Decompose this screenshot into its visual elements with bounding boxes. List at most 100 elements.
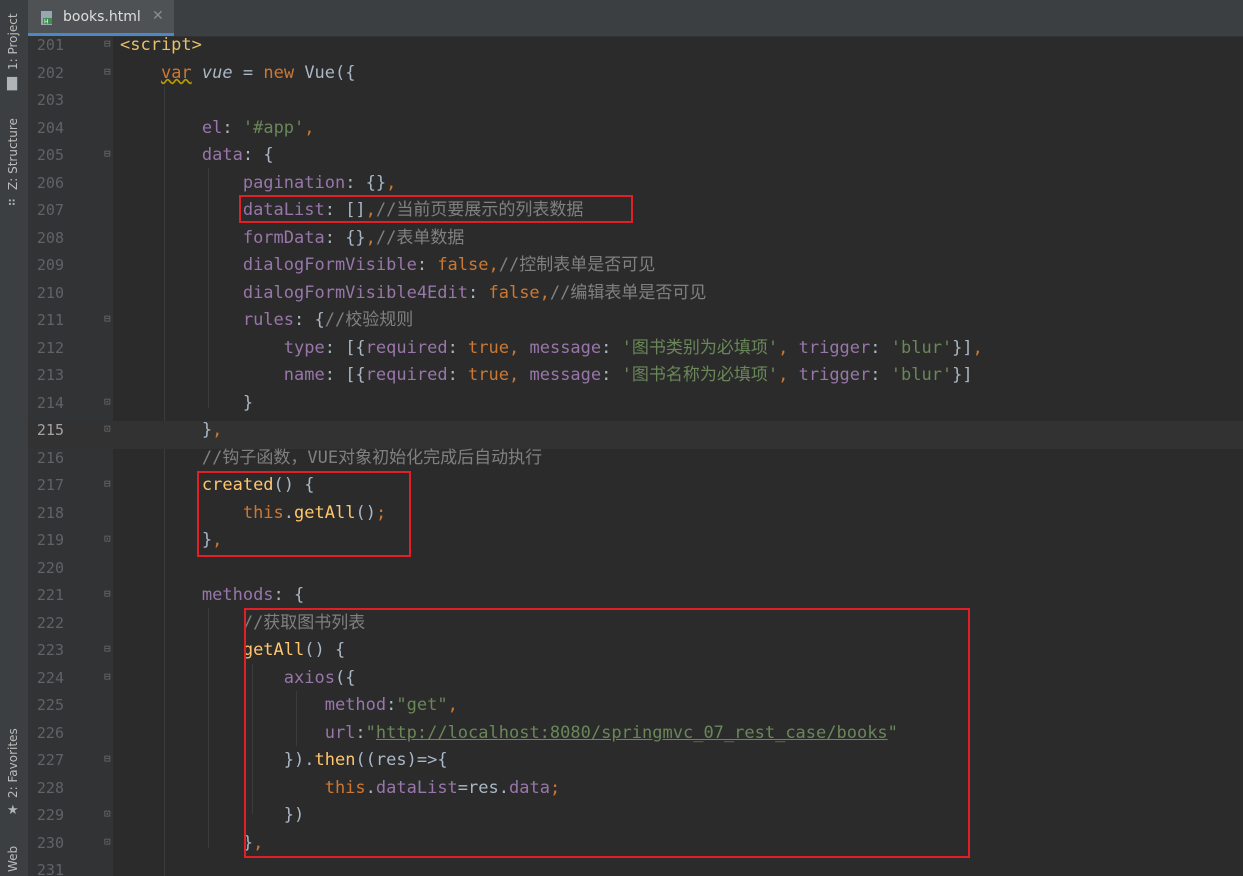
favorites-tool-label: 2: Favorites [6, 728, 20, 798]
line-number: 209 [36, 256, 64, 274]
code-text: <script> [120, 36, 202, 55]
fold-end-icon[interactable]: ⊡ [104, 808, 114, 820]
fold-end-icon[interactable]: ⊡ [104, 395, 114, 408]
code-text: type: [{required: true, message: '图书类别为必… [283, 337, 983, 358]
code-line[interactable]: 201 ⊟ <script> [28, 36, 1243, 64]
fold-open-icon[interactable]: ⊟ [104, 670, 114, 683]
code-text: formData: {},//表单数据 [242, 227, 465, 248]
line-number: 214 [36, 393, 64, 412]
folder-icon: ▇ [7, 76, 17, 91]
code-editor[interactable]: 201 ⊟ <script> 202 ⊟ var vue = new Vue({203 2… [28, 36, 1243, 876]
code-line[interactable]: 206 pagination: {}, [28, 174, 1243, 202]
code-text: pagination: {}, [242, 172, 397, 193]
fold-open-icon[interactable]: ⊟ [104, 38, 114, 50]
code-line[interactable]: 212 type: [{required: true, message: '图书… [28, 339, 1243, 367]
code-text: }, [201, 420, 223, 440]
star-icon: ★ [7, 803, 19, 818]
line-number: 225 [36, 696, 64, 714]
line-number: 219 [36, 531, 64, 549]
code-line[interactable]: 205 ⊟ data: { [28, 146, 1243, 174]
code-text: data: { [201, 145, 274, 165]
fold-open-icon[interactable]: ⊟ [104, 478, 114, 490]
fold-open-icon[interactable]: ⊟ [104, 148, 114, 160]
code-text: }, [242, 832, 264, 853]
code-text: el: '#app', [201, 117, 315, 138]
line-number: 215 [36, 421, 64, 439]
code-text: } [242, 392, 254, 413]
web-tool-label: Web [6, 845, 20, 872]
line-number: 207 [36, 201, 64, 219]
line-number: 204 [36, 118, 64, 137]
tool-window-strip: 1: Project ▇ Z: Structure ⠶ 2: Favorites… [0, 0, 29, 876]
line-number: 223 [36, 641, 64, 659]
code-text: //钩子函数，VUE对象初始化完成后自动执行 [201, 447, 543, 468]
code-line[interactable]: 214 ⊡ } [28, 394, 1243, 422]
line-number: 206 [36, 173, 64, 192]
line-number: 231 [36, 861, 64, 876]
fold-open-icon[interactable]: ⊟ [104, 588, 114, 600]
line-number: 227 [36, 751, 64, 769]
line-number: 208 [36, 228, 64, 247]
fold-open-icon[interactable]: ⊟ [104, 753, 114, 765]
line-number: 213 [36, 366, 64, 384]
highlight-methods [244, 608, 970, 858]
code-text: methods: { [201, 585, 305, 605]
line-number: 226 [36, 723, 64, 742]
code-line[interactable]: 202 ⊟ var vue = new Vue({ [28, 64, 1243, 92]
line-number: 224 [36, 668, 64, 687]
fold-open-icon[interactable]: ⊟ [104, 643, 114, 655]
line-number: 212 [36, 338, 64, 357]
line-number: 205 [36, 146, 64, 164]
code-line[interactable]: 215 ⊡ }, [28, 421, 1243, 449]
line-number: 211 [36, 311, 64, 329]
fold-open-icon[interactable]: ⊟ [104, 65, 114, 78]
line-number: 221 [36, 586, 64, 604]
line-number: 222 [36, 613, 64, 632]
code-line[interactable]: 231 [28, 861, 1243, 876]
code-line[interactable]: 220 [28, 559, 1243, 587]
fold-open-icon[interactable]: ⊟ [104, 313, 114, 325]
structure-tool-label: Z: Structure [6, 118, 20, 190]
code-text: name: [{required: true, message: '图书名称为必… [283, 365, 973, 385]
code-line[interactable]: 208 formData: {},//表单数据 [28, 229, 1243, 257]
line-number: 201 [36, 36, 64, 54]
code-line[interactable]: 210 dialogFormVisible4Edit: false,//编辑表单… [28, 284, 1243, 312]
line-number: 230 [36, 833, 64, 852]
line-number: 217 [36, 476, 64, 494]
code-text: rules: {//校验规则 [242, 310, 414, 330]
line-number: 228 [36, 778, 64, 797]
code-text: var vue = new Vue({ [160, 62, 356, 83]
structure-tool-button[interactable]: Z: Structure ⠶ [2, 118, 26, 213]
code-line[interactable]: 209 dialogFormVisible: false,//控制表单是否可见 [28, 256, 1243, 284]
code-line[interactable]: 203 [28, 91, 1243, 119]
favorites-tool-button[interactable]: 2: Favorites ★ [2, 728, 26, 823]
highlight-datalist [239, 195, 633, 223]
tab-books-html[interactable]: H books.html ✕ [28, 0, 174, 36]
svg-text:H: H [44, 19, 49, 26]
editor-tab-bar: H books.html ✕ [28, 0, 1243, 37]
code-line[interactable]: 211 ⊟ rules: {//校验规则 [28, 311, 1243, 339]
code-line[interactable]: 207 dataList: [],//当前页要展示的列表数据 [28, 201, 1243, 229]
html-file-icon: H [41, 11, 52, 26]
line-number: 203 [36, 91, 64, 109]
structure-icon: ⠶ [7, 195, 17, 210]
tab-title: books.html [63, 9, 141, 25]
close-icon[interactable]: ✕ [152, 8, 164, 24]
line-number: 216 [36, 448, 64, 467]
line-number: 210 [36, 283, 64, 302]
fold-end-icon[interactable]: ⊡ [104, 835, 114, 848]
line-number: 218 [36, 503, 64, 522]
code-text: dialogFormVisible: false,//控制表单是否可见 [242, 255, 656, 275]
code-text: dialogFormVisible4Edit: false,//编辑表单是否可见 [242, 282, 707, 303]
web-tool-button[interactable]: Web [2, 842, 26, 876]
code-line[interactable]: 213 name: [{required: true, message: '图书… [28, 366, 1243, 394]
code-line[interactable]: 204 el: '#app', [28, 119, 1243, 147]
fold-end-icon[interactable]: ⊡ [104, 533, 114, 545]
project-tool-button[interactable]: 1: Project ▇ [2, 10, 26, 95]
fold-end-icon[interactable]: ⊡ [104, 423, 114, 435]
highlight-created [197, 471, 411, 557]
project-tool-label: 1: Project [6, 13, 20, 70]
line-number: 229 [36, 806, 64, 824]
line-number: 220 [36, 558, 64, 577]
line-number: 202 [36, 63, 64, 82]
